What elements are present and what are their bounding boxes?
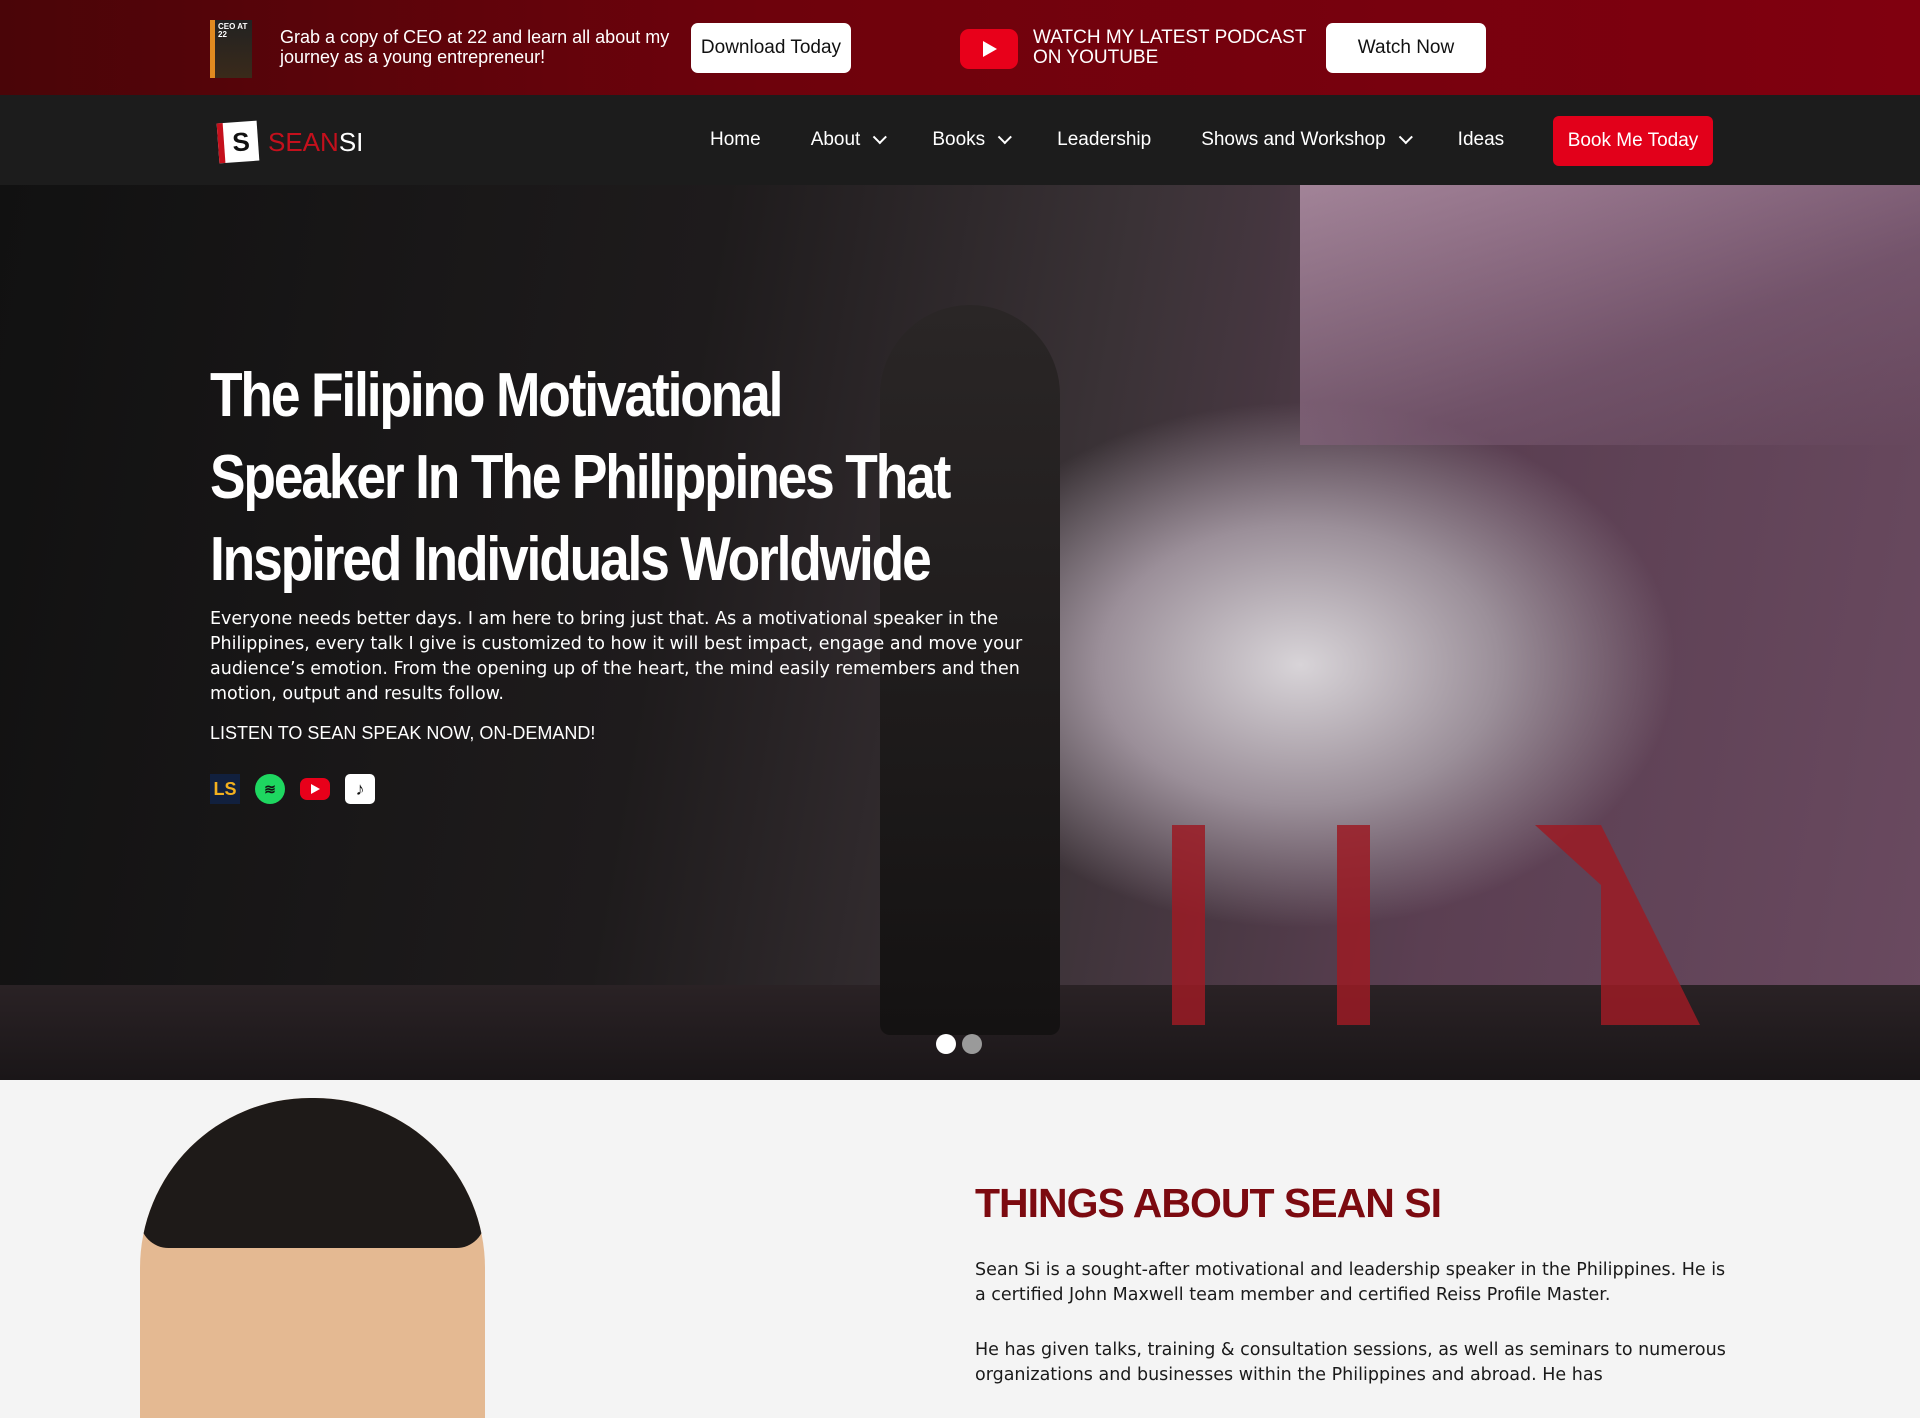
logo-text-red: SEAN <box>268 126 339 157</box>
logo[interactable]: S SEANSI <box>216 120 364 164</box>
book-cover-image[interactable]: CEO AT 22 <box>210 20 252 78</box>
nav-ideas-label: Ideas <box>1457 129 1505 150</box>
nav-home-label: Home <box>710 129 761 150</box>
chevron-down-icon <box>873 130 888 145</box>
logo-text-white: SI <box>338 126 364 157</box>
nav-shows-label: Shows and Workshop <box>1201 129 1386 150</box>
book-cover-text: CEO AT 22 <box>218 22 248 39</box>
about-paragraph-2: He has given talks, training & consultat… <box>975 1340 1726 1385</box>
spotify-icon[interactable]: ≋ <box>255 774 285 804</box>
youtube-icon[interactable] <box>960 29 1018 69</box>
watch-now-button[interactable]: Watch Now <box>1326 23 1486 73</box>
book-me-today-button[interactable]: Book Me Today <box>1553 116 1713 166</box>
hero-description: Everyone needs better days. I am here to… <box>210 609 1023 704</box>
logo-mark-icon: S <box>216 120 260 164</box>
slider-dot-2[interactable] <box>962 1034 982 1054</box>
nav-home[interactable]: Home <box>710 129 761 151</box>
nav-books[interactable]: Books <box>932 129 1013 151</box>
sean-si-portrait <box>140 1098 485 1418</box>
slider-dot-1[interactable] <box>936 1034 956 1054</box>
chevron-down-icon <box>1398 130 1413 145</box>
ls-icon[interactable]: LS <box>210 774 240 804</box>
nav-leadership-label: Leadership <box>1057 129 1152 150</box>
nav-ideas[interactable]: Ideas <box>1458 129 1504 151</box>
download-today-button[interactable]: Download Today <box>691 23 851 73</box>
nav-about[interactable]: About <box>810 129 888 151</box>
portrait-hair <box>140 1098 485 1248</box>
hero-title: The Filipino Motivational Speaker In The… <box>210 361 951 594</box>
nav-leadership[interactable]: Leadership <box>1057 129 1151 151</box>
promo-text: Grab a copy of CEO at 22 and learn all a… <box>280 27 670 67</box>
youtube-icon[interactable] <box>300 778 330 800</box>
podcast-text[interactable]: WATCH MY LATEST PODCAST ON YOUTUBE <box>1033 28 1313 68</box>
chevron-down-icon <box>997 130 1013 145</box>
listen-heading: LISTEN TO SEAN SPEAK NOW, ON-DEMAND! <box>210 723 596 743</box>
nav-about-label: About <box>810 129 861 150</box>
about-heading: THINGS ABOUT SEAN SI <box>975 1180 1442 1226</box>
tiktok-icon[interactable]: ♪ <box>345 774 375 804</box>
about-paragraph-1: Sean Si is a sought-after motivational a… <box>975 1260 1726 1305</box>
nav-shows-workshop[interactable]: Shows and Workshop <box>1201 129 1413 151</box>
nav-books-label: Books <box>932 129 986 150</box>
hero-ceiling-decor <box>1300 185 1920 445</box>
